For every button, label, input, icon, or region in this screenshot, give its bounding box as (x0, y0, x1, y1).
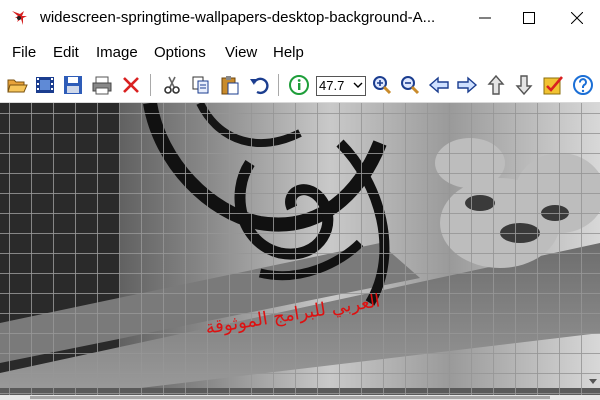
grid-overlay (0, 103, 600, 400)
cut-button[interactable] (160, 73, 184, 97)
image-viewport[interactable] (0, 103, 600, 400)
irfanview-cat-icon[interactable] (9, 8, 29, 28)
settings-check-icon (543, 76, 563, 95)
scrollbar-thumb[interactable] (30, 396, 550, 399)
scroll-down-icon[interactable] (588, 378, 598, 386)
undo-button[interactable] (247, 73, 271, 97)
settings-button[interactable] (541, 73, 565, 97)
maximize-icon (523, 12, 535, 24)
last-icon (515, 75, 533, 96)
toolbar: 47.7 (0, 70, 600, 103)
horizontal-scrollbar[interactable] (0, 395, 600, 400)
copy-icon (192, 76, 209, 94)
open-button[interactable] (5, 73, 29, 97)
zoom-out-icon (401, 76, 420, 95)
close-icon (571, 12, 583, 24)
menu-image[interactable]: Image (96, 44, 138, 61)
zoom-out-button[interactable] (398, 73, 422, 97)
toolbar-separator (150, 74, 151, 96)
toolbar-separator (278, 74, 279, 96)
help-button[interactable] (571, 73, 595, 97)
menu-edit[interactable]: Edit (53, 44, 79, 61)
menu-help[interactable]: Help (273, 44, 304, 61)
close-button[interactable] (554, 0, 600, 36)
last-button[interactable] (512, 73, 536, 97)
open-folder-icon (7, 79, 28, 93)
info-button[interactable] (287, 73, 311, 97)
minimize-icon (479, 17, 491, 19)
zoom-select[interactable]: 47.7 (316, 76, 366, 96)
menu-options[interactable]: Options (154, 44, 206, 61)
menu-view[interactable]: View (225, 44, 257, 61)
previous-icon (428, 76, 449, 94)
help-icon (573, 75, 593, 95)
paste-button[interactable] (218, 73, 242, 97)
menu-file[interactable]: File (12, 44, 36, 61)
first-icon (487, 74, 505, 95)
print-button[interactable] (90, 73, 114, 97)
info-icon (289, 75, 309, 95)
undo-icon (250, 77, 269, 95)
menu-bar: File Edit Image Options View Help (0, 40, 600, 66)
zoom-value: 47.7 (319, 78, 345, 93)
copy-button[interactable] (189, 73, 213, 97)
delete-icon (123, 77, 139, 93)
maximize-button[interactable] (506, 0, 552, 36)
chevron-down-icon (353, 82, 363, 88)
filmstrip-icon (36, 77, 54, 93)
minimize-button[interactable] (462, 0, 508, 36)
zoom-in-icon (373, 76, 392, 95)
thumbnails-button[interactable] (33, 73, 57, 97)
save-icon (64, 76, 82, 94)
previous-button[interactable] (427, 73, 451, 97)
first-button[interactable] (484, 73, 508, 97)
next-button[interactable] (455, 73, 479, 97)
zoom-in-button[interactable] (370, 73, 394, 97)
paste-icon (221, 76, 239, 95)
next-icon (457, 76, 478, 94)
print-icon (92, 76, 112, 95)
title-bar: widescreen-springtime-wallpapers-desktop… (0, 0, 600, 36)
delete-button[interactable] (119, 73, 143, 97)
window-title: widescreen-springtime-wallpapers-desktop… (40, 9, 436, 26)
cut-icon (164, 76, 180, 94)
save-button[interactable] (61, 73, 85, 97)
